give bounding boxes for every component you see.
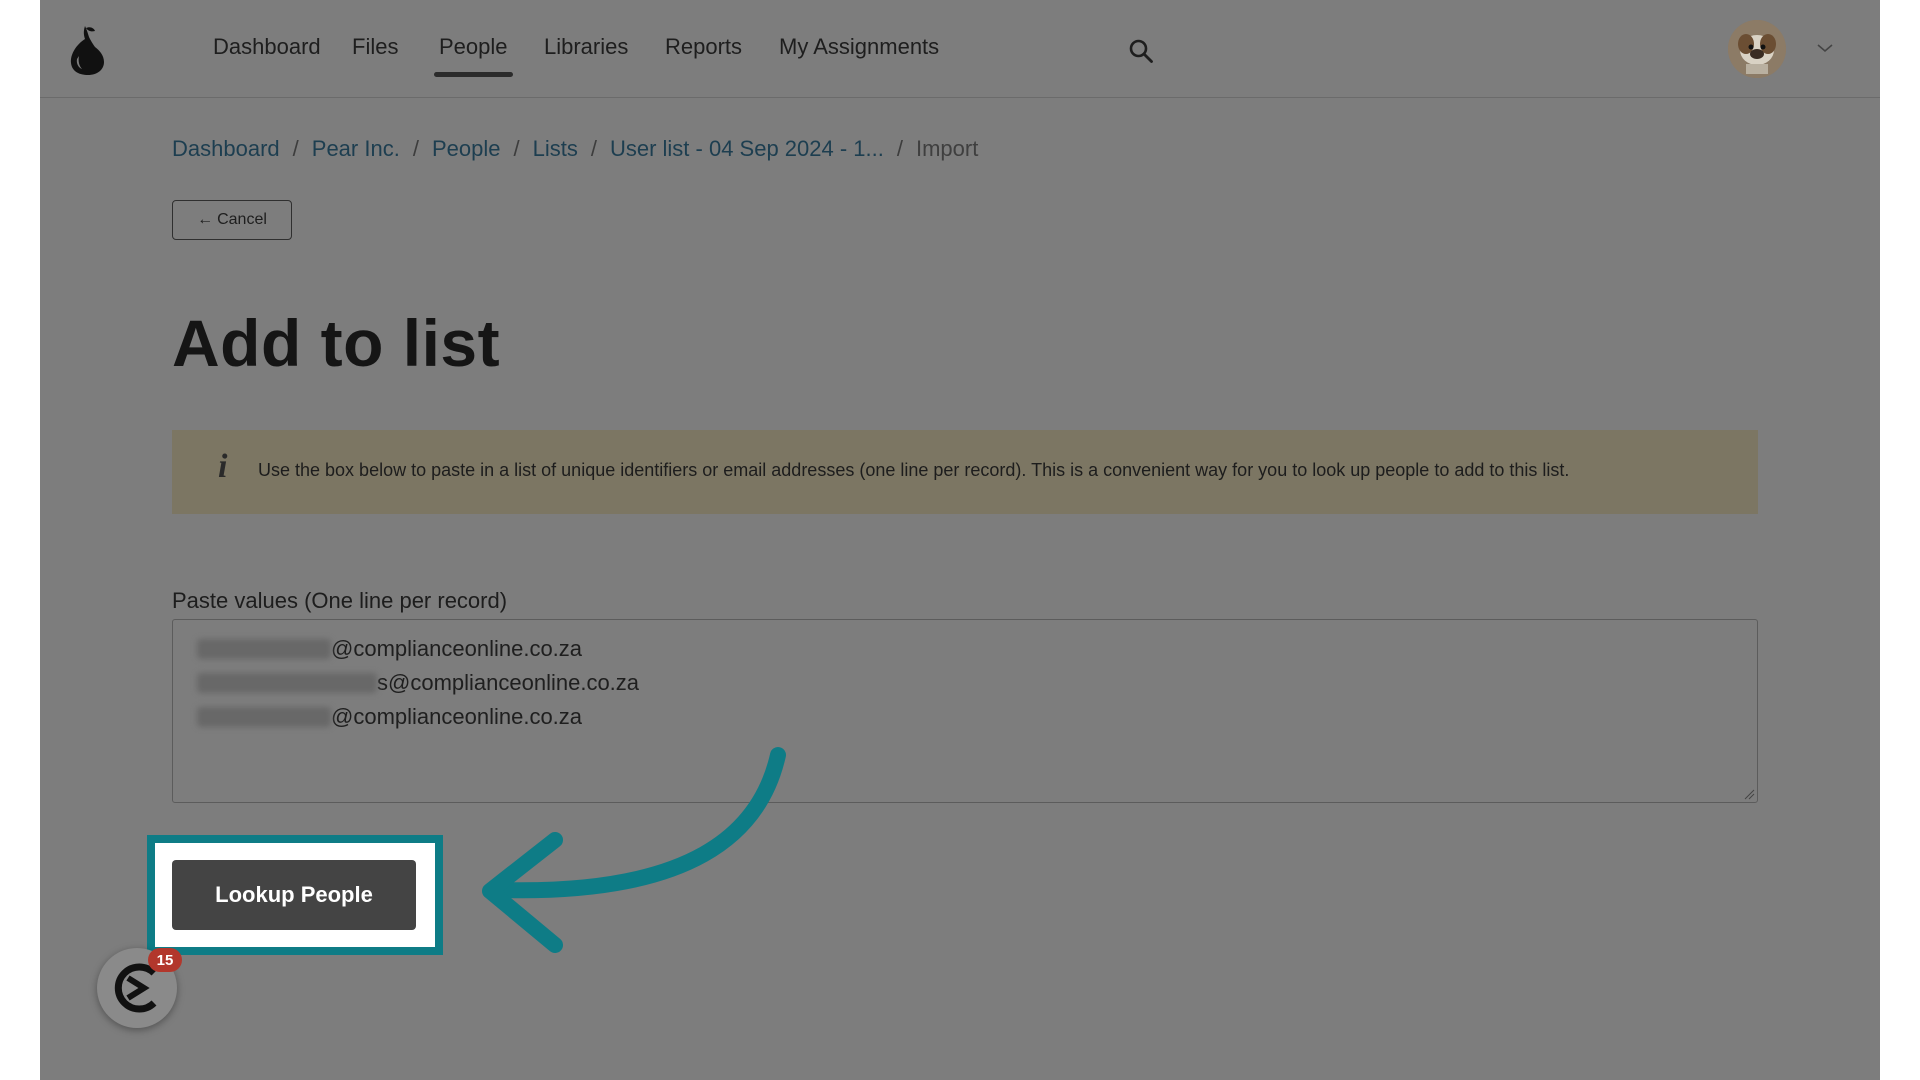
cancel-label: Cancel bbox=[217, 211, 267, 228]
nav-people[interactable]: People bbox=[434, 34, 512, 77]
redacted-text bbox=[197, 673, 377, 693]
chevron-down-icon[interactable] bbox=[1816, 42, 1834, 54]
info-icon: i bbox=[218, 448, 228, 485]
breadcrumb-separator: / bbox=[590, 136, 597, 161]
breadcrumb-user-list[interactable]: User list - 04 Sep 2024 - 1... bbox=[610, 136, 884, 162]
lookup-people-button[interactable]: Lookup People bbox=[172, 860, 416, 930]
breadcrumb-separator: / bbox=[513, 136, 520, 161]
cancel-button[interactable]: ← Cancel bbox=[172, 200, 292, 240]
textarea-line: @complianceonline.co.za bbox=[197, 636, 582, 662]
search-icon[interactable] bbox=[1128, 38, 1154, 64]
top-navigation: Dashboard Files People Libraries Reports… bbox=[40, 0, 1880, 98]
nav-libraries[interactable]: Libraries bbox=[544, 34, 628, 60]
resize-handle-icon[interactable] bbox=[1743, 788, 1755, 800]
pear-logo-icon[interactable] bbox=[68, 22, 106, 76]
paste-values-label: Paste values (One line per record) bbox=[172, 588, 508, 613]
page-title: Add to list bbox=[172, 306, 501, 380]
textarea-line: @complianceonline.co.za bbox=[197, 704, 582, 730]
user-avatar[interactable] bbox=[1728, 20, 1786, 78]
breadcrumb-dashboard[interactable]: Dashboard bbox=[172, 136, 280, 162]
breadcrumb-separator: / bbox=[896, 136, 903, 161]
avatar-image bbox=[1728, 20, 1786, 78]
breadcrumb-separator: / bbox=[292, 136, 299, 161]
info-alert: i Use the box below to paste in a list o… bbox=[172, 430, 1758, 514]
app-window: Dashboard Files People Libraries Reports… bbox=[40, 0, 1880, 1080]
textarea-line-text: s@complianceonline.co.za bbox=[377, 670, 640, 695]
breadcrumb-people[interactable]: People bbox=[432, 136, 501, 162]
nav-reports[interactable]: Reports bbox=[665, 34, 742, 60]
textarea-line: s@complianceonline.co.za bbox=[197, 670, 639, 696]
paste-values-textarea[interactable]: @complianceonline.co.za s@complianceonli… bbox=[172, 619, 1758, 803]
breadcrumb-separator: / bbox=[412, 136, 419, 161]
redacted-text bbox=[197, 707, 331, 727]
redacted-text bbox=[197, 639, 331, 659]
annotation-arrow-icon bbox=[482, 747, 786, 953]
breadcrumb: Dashboard / Pear Inc. / People / Lists / User li… bbox=[172, 136, 978, 162]
nav-files[interactable]: Files bbox=[352, 34, 398, 60]
breadcrumb-current: Import bbox=[915, 136, 979, 161]
nav-dashboard[interactable]: Dashboard bbox=[213, 34, 321, 60]
breadcrumb-pear-inc[interactable]: Pear Inc. bbox=[312, 136, 400, 162]
info-text: Use the box below to paste in a list of … bbox=[258, 460, 1570, 480]
back-arrow-icon: ← bbox=[197, 211, 214, 228]
textarea-line-text: @complianceonline.co.za bbox=[331, 636, 583, 661]
nav-my-assignments[interactable]: My Assignments bbox=[779, 34, 939, 60]
notification-badge: 15 bbox=[148, 948, 182, 972]
textarea-line-text: @complianceonline.co.za bbox=[331, 704, 583, 729]
breadcrumb-lists[interactable]: Lists bbox=[533, 136, 578, 162]
